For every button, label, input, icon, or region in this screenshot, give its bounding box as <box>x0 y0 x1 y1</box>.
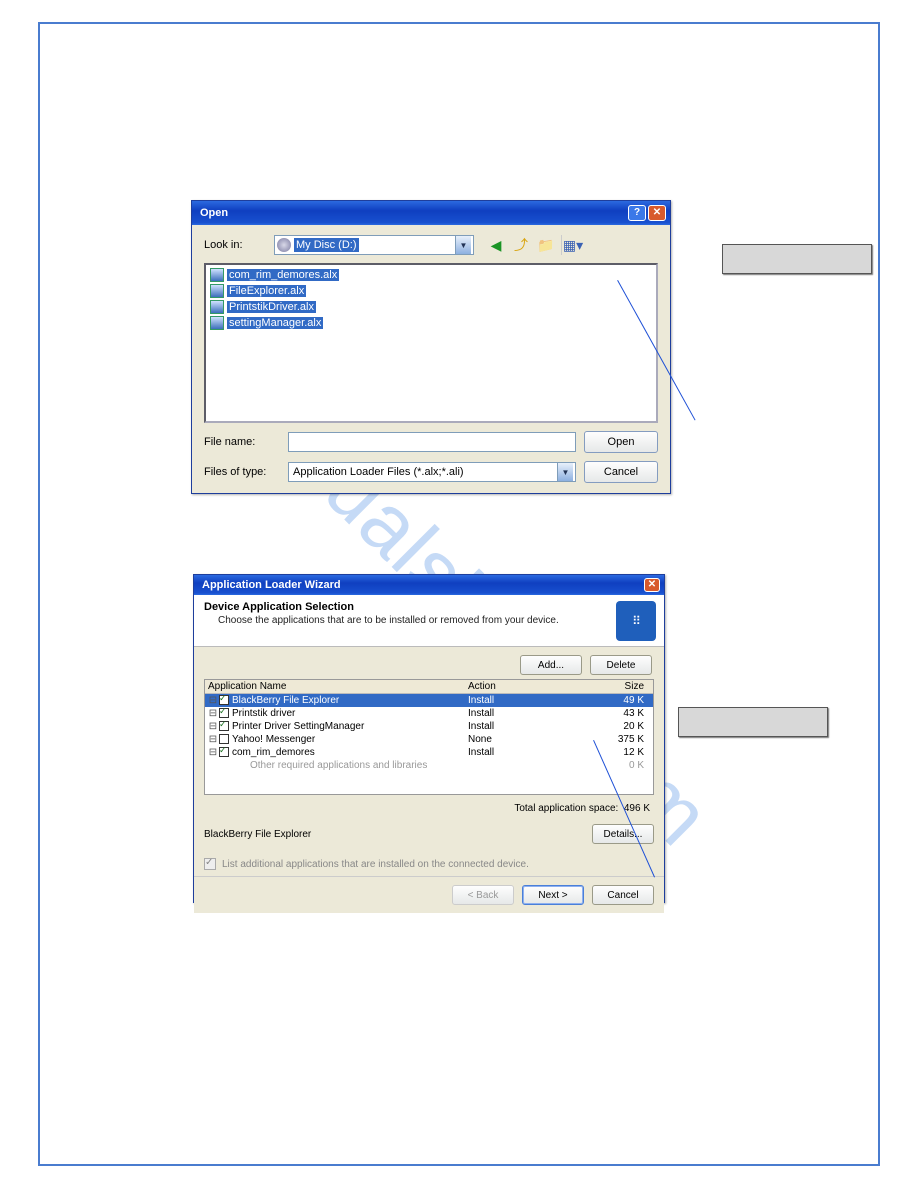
table-row[interactable]: ⊟Printstik driver Install 43 K <box>205 707 653 720</box>
disk-icon <box>277 238 291 252</box>
file-item[interactable]: com_rim_demores.alx <box>208 267 654 283</box>
close-button[interactable]: ✕ <box>648 205 666 221</box>
wizard-header: Device Application Selection Choose the … <box>194 595 664 647</box>
look-in-label: Look in: <box>204 239 268 251</box>
wizard-titlebar[interactable]: Application Loader Wizard ✕ <box>194 575 664 595</box>
grid-header: Application Name Action Size <box>205 680 653 694</box>
open-title-text: Open <box>200 207 626 219</box>
view-menu-icon[interactable]: ▦▾ <box>561 235 581 255</box>
look-in-value: My Disc (D:) <box>294 238 359 252</box>
blackberry-logo-icon: ⠿ <box>616 601 656 641</box>
chevron-down-icon[interactable]: ▼ <box>455 236 471 254</box>
new-folder-icon[interactable]: 📁 <box>536 235 556 255</box>
wizard-header-title: Device Application Selection <box>204 601 654 613</box>
close-button[interactable]: ✕ <box>644 578 660 592</box>
file-name-label: File name: <box>204 436 280 448</box>
table-row[interactable]: ⊟Printer Driver SettingManager Install 2… <box>205 720 653 733</box>
file-icon <box>210 300 224 314</box>
callout-box <box>722 244 872 274</box>
delete-button[interactable]: Delete <box>590 655 652 675</box>
list-additional-checkbox[interactable] <box>204 858 216 870</box>
help-button[interactable]: ? <box>628 205 646 221</box>
up-folder-icon[interactable]: ⤴ <box>511 235 531 255</box>
look-in-select[interactable]: My Disc (D:) ▼ <box>274 235 474 255</box>
add-button[interactable]: Add... <box>520 655 582 675</box>
file-icon <box>210 316 224 330</box>
files-of-type-label: Files of type: <box>204 466 280 478</box>
back-icon[interactable]: ◀ <box>486 235 506 255</box>
file-icon <box>210 284 224 298</box>
table-row[interactable]: ⊟BlackBerry File Explorer Install 49 K <box>205 694 653 707</box>
file-icon <box>210 268 224 282</box>
open-titlebar[interactable]: Open ? ✕ <box>192 201 670 225</box>
callout-box <box>678 707 828 737</box>
wizard-title-text: Application Loader Wizard <box>202 579 642 591</box>
wizard-header-subtitle: Choose the applications that are to be i… <box>218 615 654 626</box>
